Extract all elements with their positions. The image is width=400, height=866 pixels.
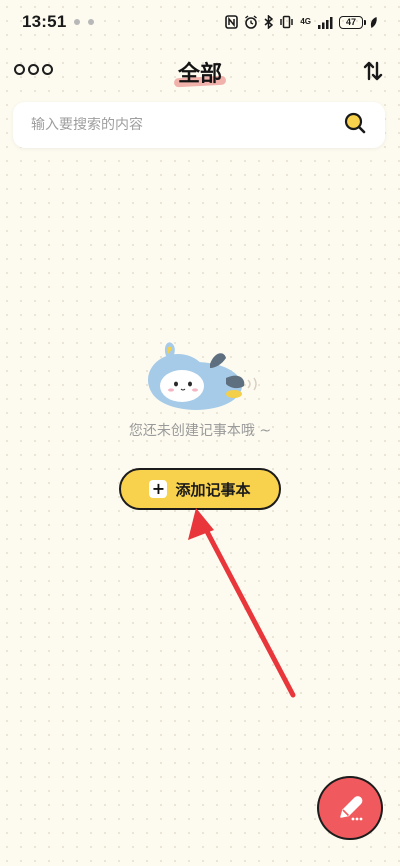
notification-dot-icon xyxy=(88,19,95,25)
status-time: 13:51 xyxy=(22,12,67,31)
network-type-label: 4G xyxy=(300,17,311,26)
page-title-container: 全部 xyxy=(0,56,400,88)
bluetooth-icon xyxy=(264,15,274,29)
nfc-icon xyxy=(225,15,239,29)
search-icon[interactable] xyxy=(343,111,367,139)
page-title-wrap: 全部 xyxy=(173,56,227,88)
leaf-icon xyxy=(370,16,377,28)
search-input[interactable] xyxy=(31,117,343,133)
page-title: 全部 xyxy=(177,62,222,87)
search-box xyxy=(13,102,385,148)
battery-level: 47 xyxy=(345,16,356,27)
header: 全部 xyxy=(0,50,400,94)
signal-icon xyxy=(318,16,333,29)
battery-icon: 47 xyxy=(339,15,366,29)
empty-state-message: 您还未创建记事本哦 ~ xyxy=(128,423,272,439)
sort-button[interactable] xyxy=(362,60,384,86)
vibrate-icon xyxy=(280,15,294,29)
plus-icon: + xyxy=(149,480,168,498)
alarm-icon xyxy=(245,15,258,29)
add-notebook-button[interactable]: + 添加记事本 xyxy=(119,468,281,510)
pencil-icon xyxy=(340,796,363,821)
penguin-mascot-illustration xyxy=(138,328,262,420)
new-note-fab[interactable] xyxy=(317,776,383,840)
notification-dot-icon xyxy=(74,19,81,25)
add-notebook-label: 添加记事本 xyxy=(175,480,251,499)
sort-arrows-icon xyxy=(363,61,383,81)
status-bar: 13:51 4G 47 xyxy=(0,0,400,44)
status-icons: 4G 47 xyxy=(225,15,378,29)
